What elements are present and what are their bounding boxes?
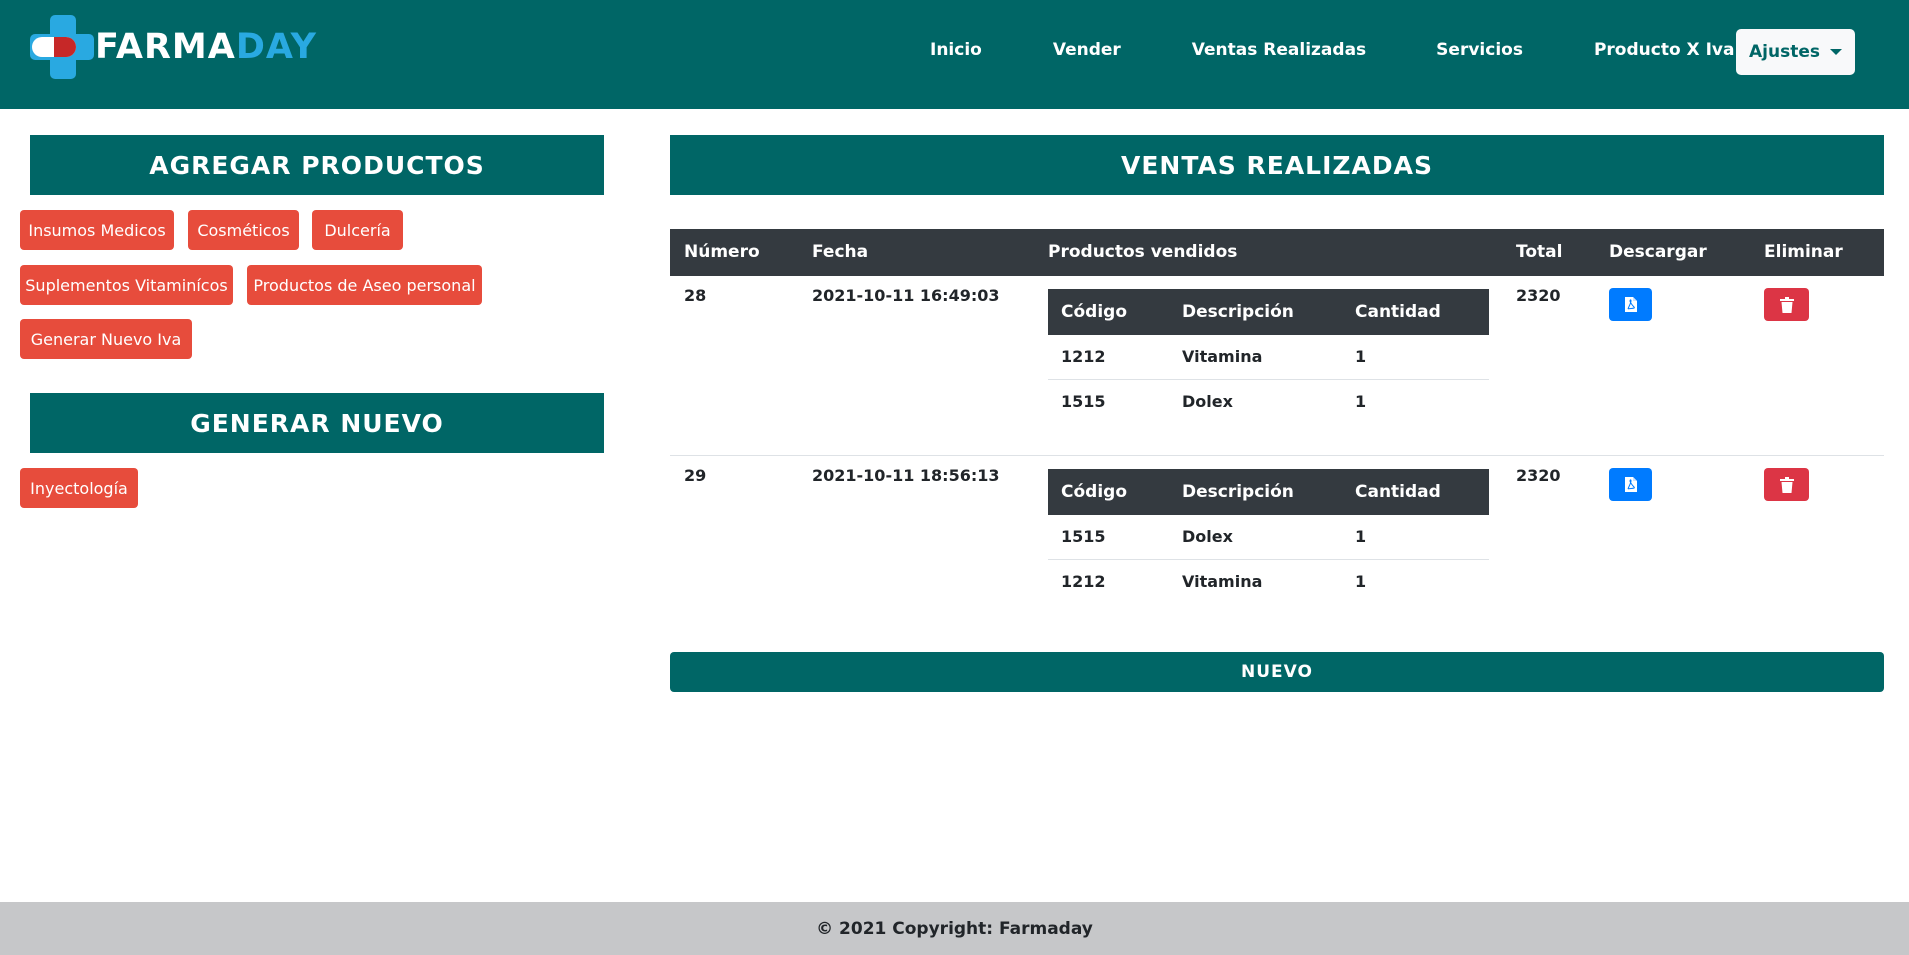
nav-link-servicios[interactable]: Servicios — [1436, 40, 1523, 60]
nav-link-producto-x-iva[interactable]: Producto X Iva — [1594, 40, 1735, 60]
settings-label: Ajustes — [1749, 42, 1820, 62]
product-code: 1212 — [1061, 347, 1106, 366]
nav-links: Inicio Vender Ventas Realizadas Servicio… — [930, 0, 1770, 100]
nav-link-ventas-realizadas[interactable]: Ventas Realizadas — [1192, 40, 1366, 60]
product-quantity: 1 — [1355, 572, 1367, 591]
nav-link-vender[interactable]: Vender — [1053, 40, 1121, 60]
generar-nuevo-iva-button[interactable]: Generar Nuevo Iva — [20, 319, 192, 359]
row-fecha: 2021-10-11 18:56:13 — [812, 466, 1000, 485]
settings-dropdown-button[interactable]: Ajustes — [1736, 29, 1855, 75]
row-numero: 28 — [684, 286, 707, 305]
caret-down-icon — [1829, 49, 1842, 55]
pharmacy-cross-icon — [30, 15, 94, 79]
row-total: 2320 — [1516, 466, 1561, 485]
file-pdf-icon — [1624, 297, 1637, 312]
brand-logo[interactable]: FARMADAY — [30, 15, 317, 79]
navbar: FARMADAY Inicio Vender Ventas Realizadas… — [0, 0, 1909, 109]
products-subtable: Código Descripción Cantidad 1212 Vitamin… — [1048, 289, 1489, 423]
subcol-cantidad: Cantidad — [1355, 302, 1441, 322]
product-description: Dolex — [1182, 392, 1233, 411]
subcol-descripcion: Descripción — [1182, 482, 1294, 502]
product-description: Vitamina — [1182, 572, 1263, 591]
row-divider — [670, 455, 1884, 456]
suplementos-button[interactable]: Suplementos Vitaminícos — [20, 265, 233, 305]
delete-button[interactable] — [1764, 288, 1809, 321]
product-quantity: 1 — [1355, 392, 1367, 411]
sales-table-header: Número Fecha Productos vendidos Total De… — [670, 229, 1884, 276]
product-description: Dolex — [1182, 527, 1233, 546]
subtable-row: 1515 Dolex 1 — [1048, 515, 1489, 559]
sales-header: VENTAS REALIZADAS — [670, 135, 1884, 195]
brand-name-part1: FARMA — [95, 27, 236, 67]
col-fecha: Fecha — [812, 242, 869, 262]
subtable-row: 1515 Dolex 1 — [1048, 379, 1489, 423]
dulceria-button[interactable]: Dulcería — [312, 210, 403, 250]
copyright-text: © 2021 Copyright: Farmaday — [816, 918, 1093, 939]
footer: © 2021 Copyright: Farmaday — [0, 902, 1909, 955]
subtable-row: 1212 Vitamina 1 — [1048, 335, 1489, 379]
subcol-descripcion: Descripción — [1182, 302, 1294, 322]
trash-icon — [1779, 296, 1794, 313]
subtable-row: 1212 Vitamina 1 — [1048, 559, 1489, 603]
nav-link-inicio[interactable]: Inicio — [930, 40, 982, 60]
product-quantity: 1 — [1355, 527, 1367, 546]
trash-icon — [1779, 476, 1794, 493]
brand-name-part2: DAY — [235, 27, 317, 67]
subcol-cantidad: Cantidad — [1355, 482, 1441, 502]
aseo-personal-button[interactable]: Productos de Aseo personal — [247, 265, 482, 305]
row-numero: 29 — [684, 466, 707, 485]
insumos-medicos-button[interactable]: Insumos Medicos — [20, 210, 174, 250]
products-subtable: Código Descripción Cantidad 1515 Dolex 1… — [1048, 469, 1489, 603]
subcol-codigo: Código — [1061, 482, 1127, 502]
generate-new-header: GENERAR NUEVO — [30, 393, 604, 453]
col-total: Total — [1516, 242, 1563, 262]
file-pdf-icon — [1624, 477, 1637, 492]
product-code: 1212 — [1061, 572, 1106, 591]
download-pdf-button[interactable] — [1609, 468, 1652, 501]
subtable-header: Código Descripción Cantidad — [1048, 469, 1489, 515]
subtable-header: Código Descripción Cantidad — [1048, 289, 1489, 335]
row-fecha: 2021-10-11 16:49:03 — [812, 286, 1000, 305]
delete-button[interactable] — [1764, 468, 1809, 501]
subcol-codigo: Código — [1061, 302, 1127, 322]
cosmeticos-button[interactable]: Cosméticos — [188, 210, 299, 250]
brand-name: FARMADAY — [95, 15, 317, 79]
col-numero: Número — [684, 242, 760, 262]
col-eliminar: Eliminar — [1764, 242, 1843, 262]
product-code: 1515 — [1061, 392, 1106, 411]
product-description: Vitamina — [1182, 347, 1263, 366]
download-pdf-button[interactable] — [1609, 288, 1652, 321]
col-productos: Productos vendidos — [1048, 242, 1238, 262]
add-products-header: AGREGAR PRODUCTOS — [30, 135, 604, 195]
product-quantity: 1 — [1355, 347, 1367, 366]
product-code: 1515 — [1061, 527, 1106, 546]
new-sale-button[interactable]: NUEVO — [670, 652, 1884, 692]
col-descargar: Descargar — [1609, 242, 1707, 262]
inyectologia-button[interactable]: Inyectología — [20, 468, 138, 508]
row-total: 2320 — [1516, 286, 1561, 305]
